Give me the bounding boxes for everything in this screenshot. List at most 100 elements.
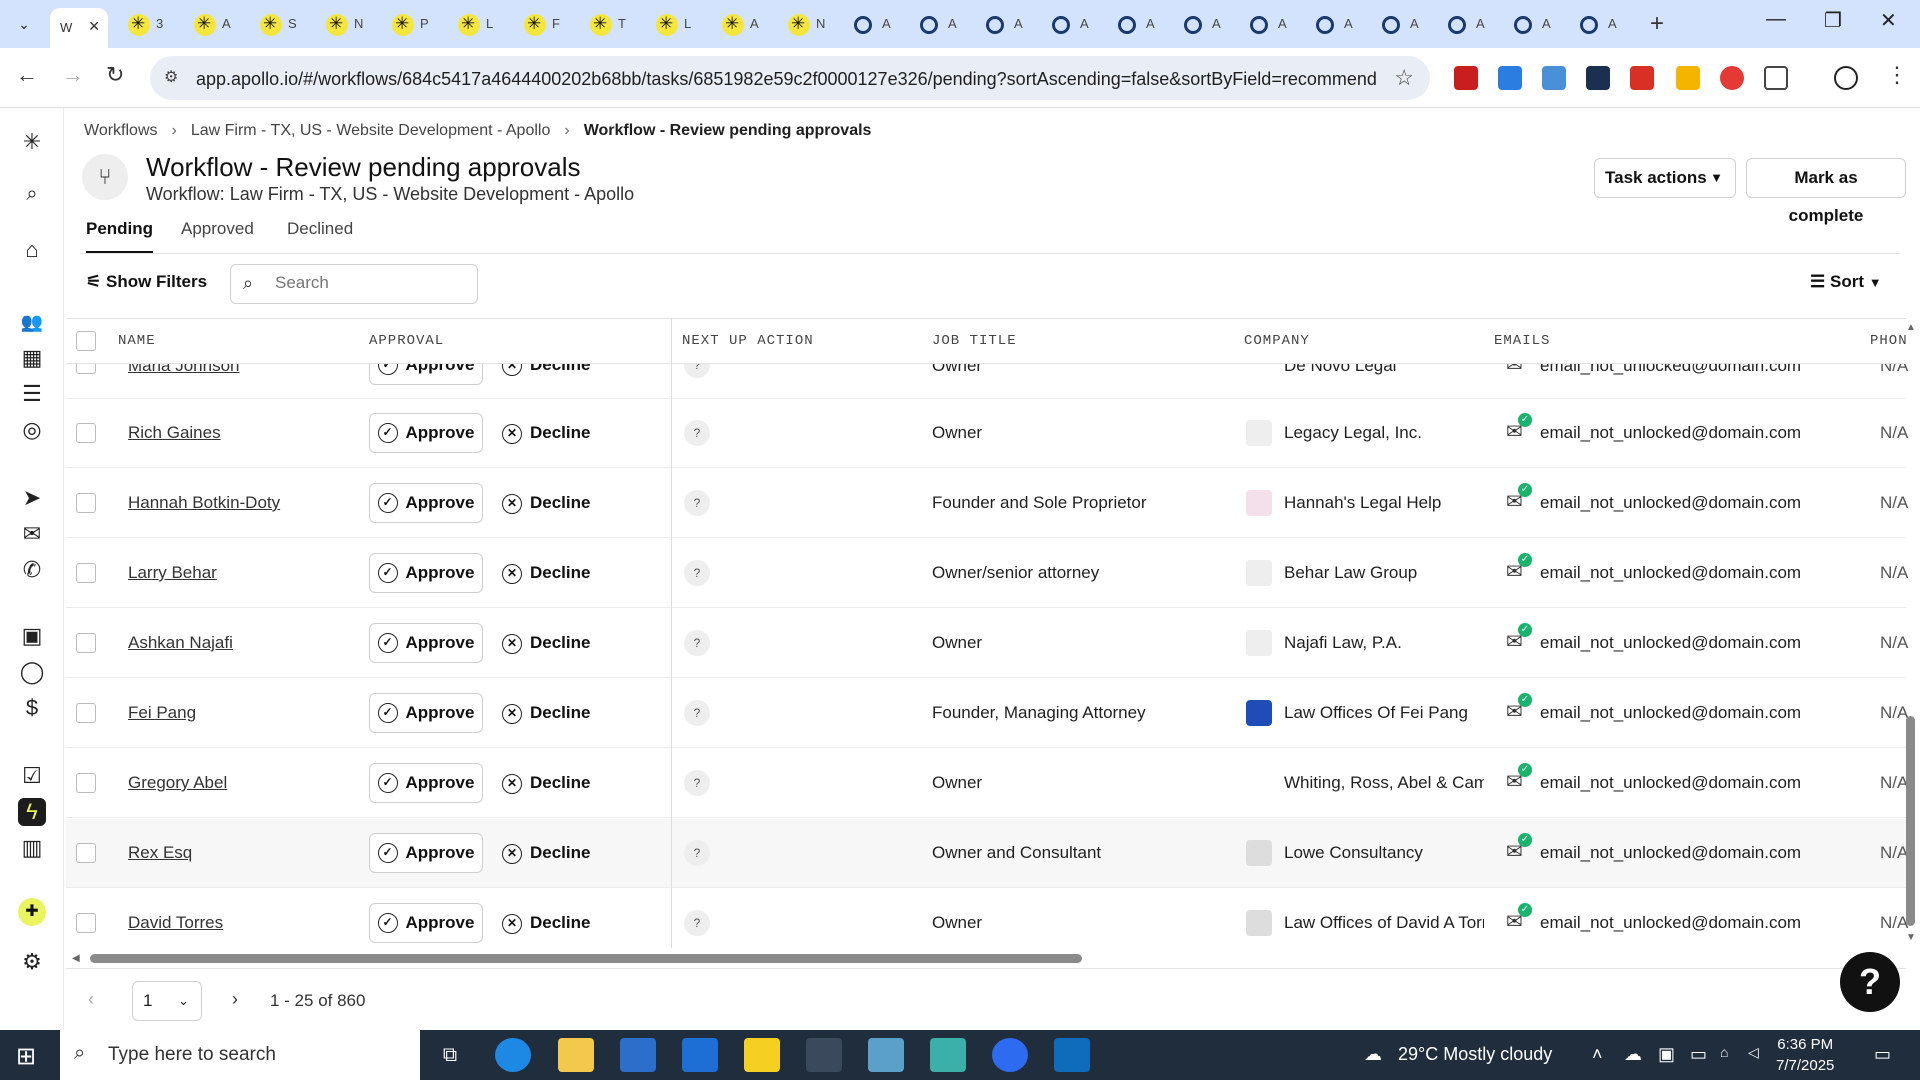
url-text[interactable]: app.apollo.io/#/workflows/684c5417a46444… <box>196 69 1376 90</box>
table-row[interactable]: Ashkan Najafi ✓ Approve ✕ Decline? Owner Najaf… <box>66 609 1908 678</box>
decline-button[interactable]: ✕ Decline <box>502 364 590 376</box>
store-icon[interactable] <box>620 1038 656 1072</box>
row-checkbox[interactable] <box>76 633 96 653</box>
column-phone[interactable]: PHON <box>1870 333 1908 349</box>
next-page-icon[interactable]: › <box>232 989 238 1010</box>
app-icon[interactable] <box>930 1038 966 1072</box>
back-icon[interactable]: ← <box>16 62 38 88</box>
company-name[interactable]: Whiting, Ross, Abel & Cameron <box>1284 773 1484 793</box>
browser-tab[interactable]: A <box>982 12 1034 38</box>
browser-tab[interactable]: A <box>1510 12 1562 38</box>
browser-tab[interactable]: L <box>454 12 506 38</box>
horizontal-scrollbar[interactable] <box>90 954 1082 963</box>
contact-name-link[interactable]: Rex Esq <box>128 843 192 863</box>
browser-tab[interactable]: A <box>1114 12 1166 38</box>
company-name[interactable]: Behar Law Group <box>1284 563 1484 583</box>
browser-tab[interactable]: 3 <box>124 12 176 38</box>
approve-button[interactable]: ✓ Approve <box>369 553 483 593</box>
browser-menu-icon[interactable]: ⋮ <box>1886 62 1908 88</box>
folder-extension-icon[interactable] <box>1586 66 1610 90</box>
decline-button[interactable]: ✕ Decline <box>502 423 590 444</box>
email-value[interactable]: email_not_unlocked@domain.com <box>1540 913 1801 933</box>
row-checkbox[interactable] <box>76 563 96 583</box>
bookmark-star-icon[interactable]: ☆ <box>1394 65 1414 91</box>
docs-extension-icon[interactable] <box>1542 66 1566 90</box>
decline-button[interactable]: ✕ Decline <box>502 563 590 584</box>
table-row[interactable]: David Torres ✓ Approve ✕ Decline? Owner Law Of… <box>66 889 1908 948</box>
column-job-title[interactable]: JOB TITLE <box>932 333 1017 349</box>
browser-tab[interactable]: T <box>586 12 638 38</box>
scroll-left-arrow-icon[interactable]: ◀ <box>72 953 80 964</box>
shield-extension-icon[interactable] <box>1498 66 1522 90</box>
contact-name-link[interactable]: Larry Behar <box>128 563 217 583</box>
approve-button[interactable]: ✓ Approve <box>369 693 483 733</box>
clock[interactable]: 6:36 PM 7/7/2025 <box>1776 1034 1834 1076</box>
scroll-down-arrow-icon[interactable]: ▼ <box>1906 932 1916 943</box>
decline-button[interactable]: ✕ Decline <box>502 703 590 724</box>
active-tab[interactable]: W ✕ <box>50 8 108 48</box>
table-row[interactable]: Larry Behar ✓ Approve ✕ Decline? Owner/senior… <box>66 539 1908 608</box>
mark-complete-button[interactable]: Mark as complete <box>1746 158 1906 225</box>
row-checkbox[interactable] <box>76 423 96 443</box>
breadcrumb-workflows[interactable]: Workflows <box>84 122 158 139</box>
column-name[interactable]: NAME <box>118 333 156 349</box>
contact-name-link[interactable]: David Torres <box>128 913 223 933</box>
table-row[interactable]: Rex Esq ✓ Approve ✕ Decline? Owner and Consul… <box>66 819 1908 888</box>
table-row[interactable]: Rich Gaines ✓ Approve ✕ Decline? Owner Legacy … <box>66 399 1908 468</box>
table-row[interactable]: Gregory Abel ✓ Approve ✕ Decline? Owner Whitin… <box>66 749 1908 818</box>
row-checkbox[interactable] <box>76 703 96 723</box>
next-action-icon[interactable]: ? <box>684 364 710 378</box>
tray-chevron-up-icon[interactable]: ˄ <box>1592 1044 1603 1065</box>
next-action-icon[interactable]: ? <box>684 840 710 866</box>
email-value[interactable]: email_not_unlocked@domain.com <box>1540 563 1801 583</box>
tab-declined[interactable]: Declined <box>287 214 353 254</box>
task-view-icon[interactable]: ⧉ <box>432 1038 468 1072</box>
sort-button[interactable]: ☰ Sort ▼ <box>1810 272 1882 292</box>
email-value[interactable]: email_not_unlocked@domain.com <box>1540 843 1801 863</box>
row-checkbox[interactable] <box>76 493 96 513</box>
file-explorer-icon[interactable] <box>558 1038 594 1072</box>
next-action-icon[interactable]: ? <box>684 630 710 656</box>
browser-tab[interactable]: A <box>1378 12 1430 38</box>
search-icon[interactable]: ⌕ <box>18 180 46 208</box>
browser-tab[interactable]: A <box>1246 12 1298 38</box>
column-company[interactable]: COMPANY <box>1244 333 1310 349</box>
column-next-action[interactable]: NEXT UP ACTION <box>682 333 814 349</box>
email-value[interactable]: email_not_unlocked@domain.com <box>1540 703 1801 723</box>
browser-tab[interactable]: A <box>850 12 902 38</box>
next-action-icon[interactable]: ? <box>684 420 710 446</box>
browser-tab[interactable]: A <box>190 12 242 38</box>
browser-tab[interactable]: F <box>520 12 572 38</box>
email-value[interactable]: email_not_unlocked@domain.com <box>1540 493 1801 513</box>
pdf-extension-icon[interactable] <box>1454 66 1478 90</box>
decline-button[interactable]: ✕ Decline <box>502 913 590 934</box>
table-row[interactable]: Hannah Botkin-Doty ✓ Approve ✕ Decline? Found… <box>66 469 1908 538</box>
column-approval[interactable]: APPROVAL <box>369 333 444 349</box>
approve-button[interactable]: ✓ Approve <box>369 623 483 663</box>
company-name[interactable]: Hannah's Legal Help <box>1284 493 1484 513</box>
mail-icon[interactable] <box>682 1038 718 1072</box>
reload-icon[interactable]: ↻ <box>106 62 124 88</box>
company-name[interactable]: Law Offices Of Fei Pang <box>1284 703 1484 723</box>
browser-tab[interactable]: A <box>1576 12 1628 38</box>
restore-icon[interactable]: ❐ <box>1824 8 1842 33</box>
contact-name-link[interactable]: Rich Gaines <box>128 423 221 443</box>
site-info-icon[interactable]: ⚙ <box>164 67 178 87</box>
email-value[interactable]: email_not_unlocked@domain.com <box>1540 364 1801 376</box>
weather-icon[interactable]: ☁ <box>1364 1044 1382 1065</box>
browser-tab[interactable]: S <box>256 12 308 38</box>
decline-button[interactable]: ✕ Decline <box>502 493 590 514</box>
onedrive-icon[interactable]: ☁ <box>1624 1044 1642 1065</box>
new-extension-icon[interactable] <box>1630 66 1654 90</box>
battery-icon[interactable]: ▭ <box>1690 1044 1707 1065</box>
next-action-icon[interactable]: ? <box>684 910 710 936</box>
close-window-icon[interactable]: ✕ <box>1880 8 1897 33</box>
contact-name-link[interactable]: Gregory Abel <box>128 773 227 793</box>
notifications-icon[interactable]: ▭ <box>1874 1044 1891 1065</box>
browser-tab[interactable]: L <box>652 12 704 38</box>
contact-name-link[interactable]: Maria Johnson <box>128 364 240 376</box>
network-icon[interactable]: ⌂ <box>1720 1044 1728 1060</box>
decline-button[interactable]: ✕ Decline <box>502 843 590 864</box>
company-name[interactable]: Najafi Law, P.A. <box>1284 633 1484 653</box>
search-input[interactable] <box>275 273 465 293</box>
